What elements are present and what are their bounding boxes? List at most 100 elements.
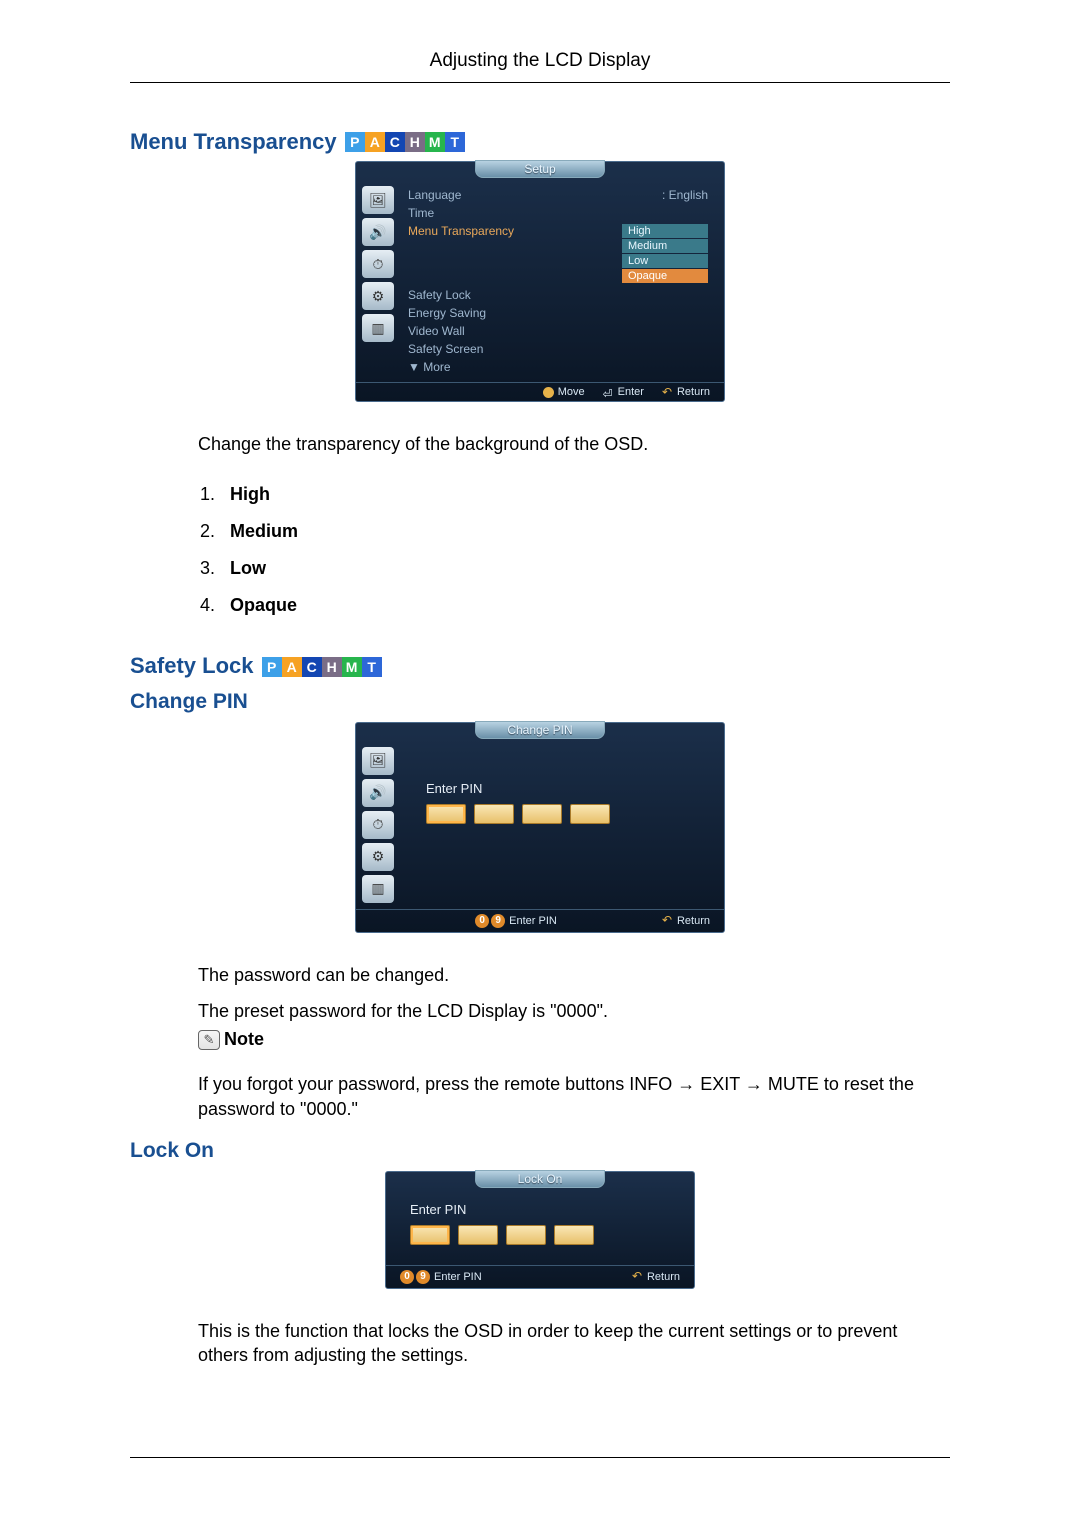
osd-transparency-options: High Medium Low Opaque (622, 224, 708, 284)
osd-value-language: : English (662, 188, 708, 202)
pachmt-badge: P A C H M T (262, 657, 382, 677)
sound-icon: 🔊 (362, 779, 394, 807)
osd-lock-on-window: Lock On Enter PIN 0 9 (385, 1171, 695, 1289)
pin-input-boxes (410, 1225, 594, 1245)
osd-item-time: Time (408, 206, 434, 220)
change-pin-para-3: If you forgot your password, press the r… (198, 1072, 950, 1121)
change-pin-para-1: The password can be changed. (198, 963, 950, 987)
osd-setup-figure: Setup 🖼 🔊 ⏱ ⚙ ▥ Language : English (130, 161, 950, 402)
pin-digit-3 (522, 804, 562, 824)
osd-item-more: ▼ More (408, 360, 451, 374)
sub-title-lock-on: Lock On (130, 1139, 950, 1163)
note-label: Note (224, 1029, 264, 1050)
num-9-icon: 9 (491, 914, 505, 928)
osd-footer: 0 9 Enter PIN ↶Return (356, 909, 724, 932)
osd-pin-area: Enter PIN (386, 1188, 694, 1265)
note-icon: ✎ (198, 1030, 220, 1050)
option-low: Low (230, 558, 266, 578)
osd-option-medium: Medium (622, 239, 708, 253)
badge-h: H (405, 132, 425, 152)
num-range-icon: 0 9 (400, 1270, 430, 1284)
badge-c: C (385, 132, 405, 152)
list-item: Medium (220, 513, 950, 550)
enter-icon: ⏎ (603, 387, 614, 398)
osd-option-opaque: Opaque (622, 269, 708, 283)
osd-option-high: High (622, 224, 708, 238)
pin-digit-2 (474, 804, 514, 824)
picture-icon: 🖼 (362, 186, 394, 214)
osd-option-low: Low (622, 254, 708, 268)
osd-tab-change-pin: Change PIN (475, 721, 605, 739)
badge-m: M (342, 657, 362, 677)
osd-footer-enter: Enter (618, 386, 644, 398)
transparency-options-list: High Medium Low Opaque (220, 476, 950, 624)
pachmt-badge: P A C H M T (345, 132, 465, 152)
osd-footer-return: Return (677, 386, 710, 398)
return-icon: ↶ (662, 915, 673, 926)
badge-t: T (445, 132, 465, 152)
osd-footer-return: Return (677, 915, 710, 927)
list-item: Low (220, 550, 950, 587)
gear-icon: ⚙ (362, 843, 394, 871)
osd-setup-window: Setup 🖼 🔊 ⏱ ⚙ ▥ Language : English (355, 161, 725, 402)
multi-icon: ▥ (362, 314, 394, 342)
osd-item-safety-screen: Safety Screen (408, 342, 483, 356)
pin-input-boxes (426, 804, 610, 824)
osd-footer: Move ⏎ Enter ↶ Return (356, 382, 724, 401)
multi-icon: ▥ (362, 875, 394, 903)
return-icon: ↶ (662, 387, 673, 398)
return-icon: ↶ (632, 1271, 643, 1282)
option-high: High (230, 484, 270, 504)
section-title-safety-lock: Safety Lock P A C H M T (130, 652, 950, 679)
clock-icon: ⏱ (362, 250, 394, 278)
osd-footer-enter-pin: Enter PIN (434, 1271, 482, 1283)
num-0-icon: 0 (475, 914, 489, 928)
osd-item-safety-lock: Safety Lock (408, 288, 471, 302)
pin-digit-3 (506, 1225, 546, 1245)
badge-a: A (282, 657, 302, 677)
osd-item-energy-saving: Energy Saving (408, 306, 486, 320)
sound-icon: 🔊 (362, 218, 394, 246)
bottom-divider (130, 1457, 950, 1458)
pin-digit-4 (554, 1225, 594, 1245)
osd-lock-on-figure: Lock On Enter PIN 0 9 (130, 1171, 950, 1289)
enter-pin-label: Enter PIN (410, 1202, 466, 1217)
osd-footer: 0 9 Enter PIN ↶ Return (386, 1265, 694, 1288)
osd-sidebar-icons: 🖼 🔊 ⏱ ⚙ ▥ (362, 747, 402, 903)
badge-c: C (302, 657, 322, 677)
list-item: High (220, 476, 950, 513)
section-title-text: Menu Transparency (130, 129, 337, 154)
lock-on-description: This is the function that locks the OSD … (198, 1319, 950, 1368)
badge-t: T (362, 657, 382, 677)
sub-title-change-pin: Change PIN (130, 690, 950, 714)
osd-tab-lock-on: Lock On (475, 1170, 605, 1188)
enter-pin-label: Enter PIN (426, 781, 482, 796)
note-row: ✎ Note (198, 1029, 264, 1050)
picture-icon: 🖼 (362, 747, 394, 775)
list-item: Opaque (220, 587, 950, 624)
pin-digit-1 (426, 804, 466, 824)
osd-tab-setup: Setup (475, 160, 605, 178)
badge-p: P (262, 657, 282, 677)
section-title-menu-transparency: Menu Transparency P A C H M T (130, 128, 950, 155)
badge-p: P (345, 132, 365, 152)
osd-change-pin-figure: Change PIN 🖼 🔊 ⏱ ⚙ ▥ Enter PIN (130, 722, 950, 933)
pin-digit-2 (458, 1225, 498, 1245)
move-icon (543, 387, 554, 398)
pin-digit-4 (570, 804, 610, 824)
osd-item-language: Language (408, 188, 461, 202)
badge-m: M (425, 132, 445, 152)
osd-item-video-wall: Video Wall (408, 324, 465, 338)
osd-footer-return: Return (647, 1271, 680, 1283)
num-range-icon: 0 9 (475, 914, 505, 928)
num-9-icon: 9 (416, 1270, 430, 1284)
osd-menu-list: Language : English Time Menu Transparenc… (402, 186, 714, 376)
osd-change-pin-window: Change PIN 🖼 🔊 ⏱ ⚙ ▥ Enter PIN (355, 722, 725, 933)
change-pin-para-2: The preset password for the LCD Display … (198, 999, 950, 1023)
osd-footer-move: Move (558, 386, 585, 398)
osd-item-menu-transparency: Menu Transparency (408, 224, 514, 284)
section-title-text: Safety Lock (130, 654, 254, 679)
osd-pin-area: Enter PIN (402, 747, 714, 903)
badge-h: H (322, 657, 342, 677)
option-medium: Medium (230, 521, 298, 541)
